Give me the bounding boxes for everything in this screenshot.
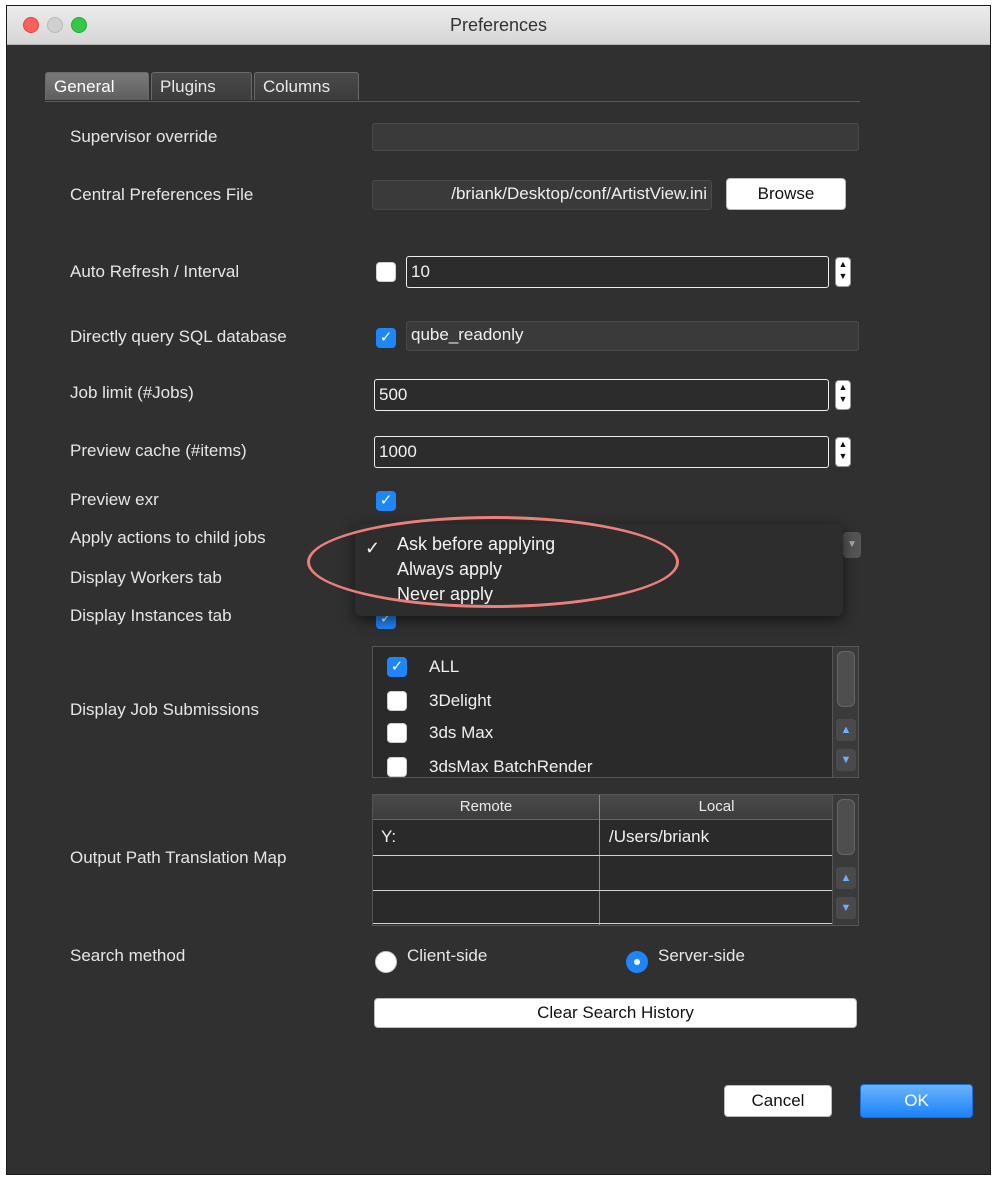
stepper-down-icon: ▼	[838, 271, 848, 281]
ok-button[interactable]: OK	[860, 1084, 973, 1118]
preview-cache-label: Preview cache (#items)	[70, 441, 247, 460]
search-method-label: Search method	[70, 946, 186, 965]
auto-refresh-label: Auto Refresh / Interval	[70, 262, 240, 281]
job-submissions-label: Display Job Submissions	[70, 700, 259, 719]
table-cell[interactable]: /Users/briank	[609, 827, 709, 847]
supervisor-override-input[interactable]	[372, 123, 859, 151]
client-side-label[interactable]: Client-side	[407, 946, 487, 966]
direct-sql-label: Directly query SQL database	[70, 327, 287, 346]
scroll-down-icon[interactable]: ▼	[836, 749, 856, 771]
stepper-up-icon: ▲	[838, 382, 848, 392]
list-item[interactable]: 3ds Max	[373, 719, 833, 749]
tab-divider	[45, 101, 860, 102]
job-submission-label: 3Delight	[429, 691, 492, 710]
display-workers-label: Display Workers tab	[70, 568, 222, 587]
job-submission-checkbox[interactable]	[387, 757, 407, 777]
job-submissions-scrollbar[interactable]: ▲ ▼	[832, 647, 858, 777]
browse-button[interactable]: Browse	[726, 178, 846, 210]
server-side-radio[interactable]	[626, 951, 648, 973]
row-divider	[373, 923, 833, 924]
cancel-button[interactable]: Cancel	[724, 1085, 832, 1117]
display-instances-label: Display Instances tab	[70, 606, 232, 625]
sql-user-input[interactable]: qube_readonly	[406, 321, 859, 351]
stepper-up-icon: ▲	[838, 259, 848, 269]
preview-exr-label: Preview exr	[70, 490, 159, 509]
output-path-map-label: Output Path Translation Map	[70, 848, 287, 867]
preferences-window: Preferences General Plugins Columns Supe…	[6, 5, 991, 1175]
list-item[interactable]: 3dsMax BatchRender	[373, 753, 833, 777]
scrollbar-thumb[interactable]	[837, 651, 855, 707]
server-side-label[interactable]: Server-side	[658, 946, 745, 966]
stepper-down-icon: ▼	[838, 451, 848, 461]
title-bar[interactable]: Preferences	[7, 6, 990, 45]
row-divider	[373, 855, 833, 856]
job-submission-checkbox[interactable]	[387, 691, 407, 711]
job-submission-label: 3dsMax BatchRender	[429, 757, 593, 776]
column-header-local[interactable]: Local	[600, 798, 833, 815]
scroll-up-icon[interactable]: ▲	[836, 719, 856, 741]
central-prefs-input[interactable]: /briank/Desktop/conf/ArtistView.ini	[372, 180, 712, 210]
list-item[interactable]: 3Delight	[373, 687, 833, 717]
job-limit-input[interactable]: 500	[374, 379, 829, 411]
stepper-up-icon: ▲	[838, 439, 848, 449]
table-cell[interactable]: Y:	[381, 827, 396, 847]
scroll-up-icon[interactable]: ▲	[836, 867, 856, 889]
job-limit-label: Job limit (#Jobs)	[70, 383, 194, 402]
tab-columns[interactable]: Columns	[254, 72, 359, 100]
job-submission-checkbox[interactable]: ✓	[387, 657, 407, 677]
highlight-ellipse	[307, 516, 679, 608]
stepper-down-icon: ▼	[838, 394, 848, 404]
scrollbar-thumb[interactable]	[837, 799, 855, 855]
direct-sql-checkbox[interactable]: ✓	[376, 328, 396, 348]
row-divider	[373, 890, 833, 891]
tab-plugins[interactable]: Plugins	[151, 72, 252, 100]
job-submission-label: ALL	[429, 657, 460, 676]
path-map-scrollbar[interactable]: ▲ ▼	[832, 795, 858, 925]
column-header-remote[interactable]: Remote	[373, 798, 599, 815]
tab-general[interactable]: General	[45, 72, 149, 100]
column-divider	[599, 795, 600, 925]
job-submission-label: 3ds Max	[429, 723, 494, 742]
window-title: Preferences	[449, 15, 548, 35]
preview-cache-input[interactable]: 1000	[374, 436, 829, 468]
auto-refresh-interval-input[interactable]: 10	[406, 256, 829, 288]
auto-refresh-checkbox[interactable]	[376, 262, 396, 282]
preview-cache-stepper[interactable]: ▲ ▼	[835, 437, 851, 467]
clear-search-history-button[interactable]: Clear Search History	[374, 998, 857, 1028]
job-submissions-list[interactable]: ✓ ALL 3Delight 3ds Max 3dsMax BatchRende…	[372, 646, 859, 778]
central-prefs-label: Central Preferences File	[70, 185, 254, 204]
job-limit-stepper[interactable]: ▲ ▼	[835, 380, 851, 410]
apply-actions-dropdown-arrow-icon[interactable]: ▼	[843, 532, 861, 558]
table-header: Remote Local	[373, 795, 833, 820]
preview-exr-checkbox[interactable]: ✓	[376, 491, 396, 511]
job-submission-checkbox[interactable]	[387, 723, 407, 743]
list-item[interactable]: ✓ ALL	[373, 653, 833, 683]
scroll-down-icon[interactable]: ▼	[836, 897, 856, 919]
client-side-radio[interactable]	[375, 951, 397, 973]
supervisor-override-label: Supervisor override	[70, 127, 218, 146]
auto-refresh-stepper[interactable]: ▲ ▼	[835, 257, 851, 287]
path-map-table[interactable]: Remote Local Y: /Users/briank ▲ ▼	[372, 794, 859, 926]
apply-actions-label: Apply actions to child jobs	[70, 528, 266, 547]
